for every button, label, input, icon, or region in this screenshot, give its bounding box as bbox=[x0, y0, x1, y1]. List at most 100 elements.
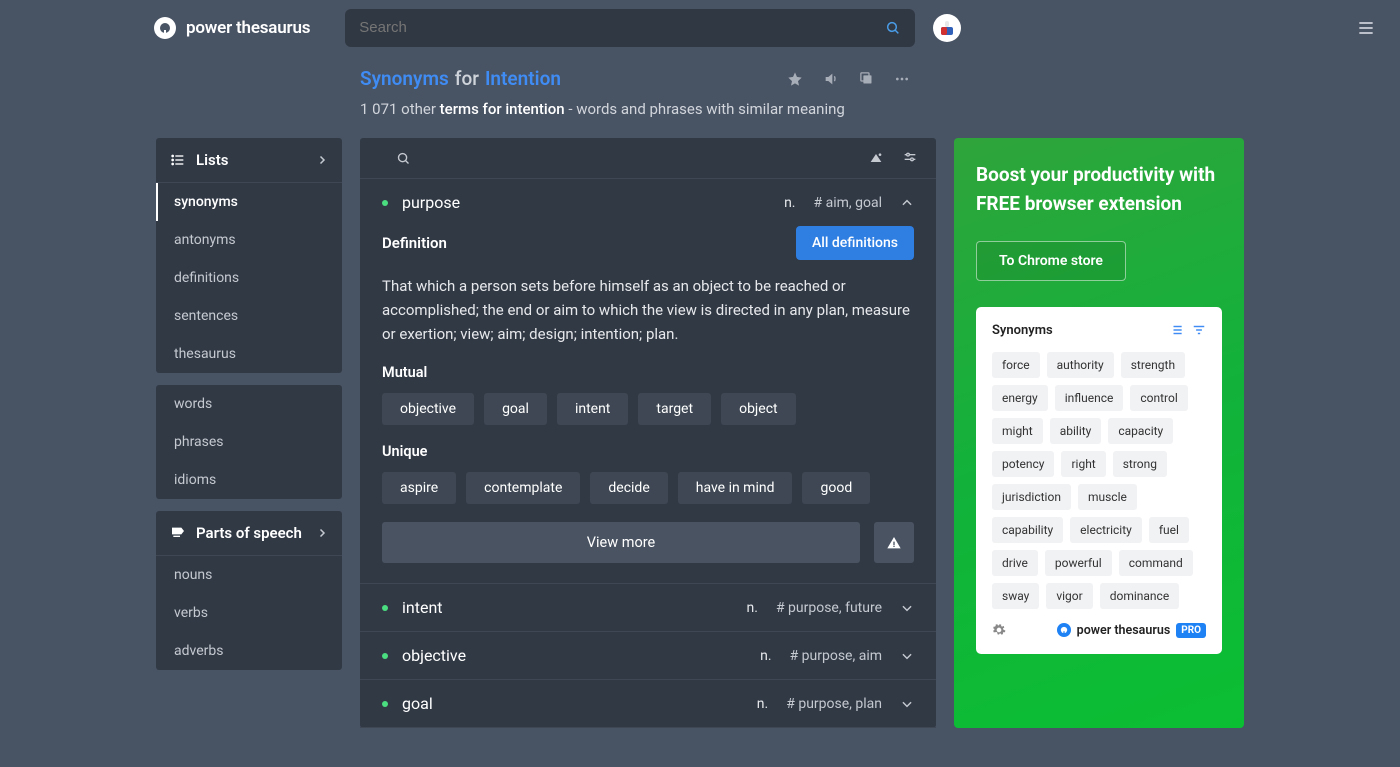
chip-object[interactable]: object bbox=[721, 393, 796, 425]
sidebar-item-phrases[interactable]: phrases bbox=[156, 423, 342, 461]
sidebar-item-adverbs[interactable]: adverbs bbox=[156, 632, 342, 670]
search-input-wrapper[interactable] bbox=[345, 9, 915, 47]
relevance-dot bbox=[382, 605, 388, 611]
chip-capability[interactable]: capability bbox=[992, 517, 1063, 543]
chip-authority[interactable]: authority bbox=[1047, 352, 1114, 378]
settings-icon[interactable] bbox=[902, 150, 918, 166]
relevance-dot bbox=[382, 200, 388, 206]
search-results-icon[interactable] bbox=[396, 151, 411, 166]
preview-list-icon bbox=[1170, 323, 1184, 337]
chip-might[interactable]: might bbox=[992, 418, 1043, 444]
sidebar-item-verbs[interactable]: verbs bbox=[156, 594, 342, 632]
sidebar-item-thesaurus[interactable]: thesaurus bbox=[156, 335, 342, 373]
sidebar-item-antonyms[interactable]: antonyms bbox=[156, 221, 342, 259]
chip-aspire[interactable]: aspire bbox=[382, 472, 456, 504]
sidebar-item-words[interactable]: words bbox=[156, 385, 342, 423]
chip-command[interactable]: command bbox=[1119, 550, 1193, 576]
chip-decide[interactable]: decide bbox=[590, 472, 667, 504]
star-icon[interactable] bbox=[787, 71, 803, 87]
panel-head-pos[interactable]: Parts of speech bbox=[156, 511, 342, 556]
chevron-up-icon[interactable] bbox=[900, 196, 914, 210]
result-word[interactable]: goal bbox=[402, 694, 433, 713]
lists-label: Lists bbox=[196, 151, 228, 169]
chip-energy[interactable]: energy bbox=[992, 385, 1048, 411]
chip-powerful[interactable]: powerful bbox=[1045, 550, 1112, 576]
report-button[interactable] bbox=[874, 522, 914, 563]
chevron-down-icon[interactable] bbox=[900, 601, 914, 615]
menu-icon[interactable] bbox=[1356, 18, 1376, 38]
search-input[interactable] bbox=[359, 19, 885, 36]
search-icon[interactable] bbox=[885, 20, 901, 36]
sidebar-item-definitions[interactable]: definitions bbox=[156, 259, 342, 297]
chip-sway[interactable]: sway bbox=[992, 583, 1039, 609]
more-icon[interactable] bbox=[894, 71, 910, 87]
result-word[interactable]: intent bbox=[402, 598, 443, 617]
chip-objective[interactable]: objective bbox=[382, 393, 474, 425]
sound-icon[interactable] bbox=[823, 71, 839, 87]
chip-intent[interactable]: intent bbox=[557, 393, 628, 425]
chip-potency[interactable]: potency bbox=[992, 451, 1054, 477]
promo-cta-button[interactable]: To Chrome store bbox=[976, 241, 1126, 281]
chip-target[interactable]: target bbox=[638, 393, 711, 425]
result-tags[interactable]: # purpose, plan bbox=[786, 696, 882, 712]
chip-jurisdiction[interactable]: jurisdiction bbox=[992, 484, 1071, 510]
copy-icon[interactable] bbox=[859, 71, 874, 87]
result-tags[interactable]: # purpose, aim bbox=[790, 648, 882, 664]
chip-drive[interactable]: drive bbox=[992, 550, 1038, 576]
result-word[interactable]: objective bbox=[402, 646, 466, 665]
all-definitions-button[interactable]: All definitions bbox=[796, 226, 914, 260]
sidebar-item-nouns[interactable]: nouns bbox=[156, 556, 342, 594]
chip-ability[interactable]: ability bbox=[1050, 418, 1102, 444]
logo-icon bbox=[154, 17, 176, 39]
chip-contemplate[interactable]: contemplate bbox=[466, 472, 580, 504]
chip-goal[interactable]: goal bbox=[484, 393, 547, 425]
result-tags[interactable]: # aim, goal bbox=[814, 195, 882, 211]
result-word[interactable]: purpose bbox=[402, 193, 460, 212]
chip-strength[interactable]: strength bbox=[1121, 352, 1185, 378]
promo-title: Boost your productivity with FREE browse… bbox=[976, 160, 1222, 219]
unique-label: Unique bbox=[382, 443, 914, 460]
chevron-right-icon bbox=[316, 154, 328, 166]
chevron-down-icon[interactable] bbox=[900, 697, 914, 711]
preview-brand: power thesaurus bbox=[1077, 623, 1171, 638]
chevron-down-icon[interactable] bbox=[900, 649, 914, 663]
preview-gear-icon bbox=[992, 623, 1006, 637]
relevance-dot bbox=[382, 701, 388, 707]
brand[interactable]: power thesaurus bbox=[154, 17, 310, 39]
sidebar-item-sentences[interactable]: sentences bbox=[156, 297, 342, 335]
chevron-right-icon bbox=[316, 527, 328, 539]
chip-good[interactable]: good bbox=[802, 472, 870, 504]
chip-vigor[interactable]: vigor bbox=[1046, 583, 1092, 609]
pos-icon bbox=[170, 525, 186, 541]
panel-head-lists[interactable]: Lists bbox=[156, 138, 342, 183]
chip-muscle[interactable]: muscle bbox=[1078, 484, 1137, 510]
sidebar-item-idioms[interactable]: idioms bbox=[156, 461, 342, 499]
chip-force[interactable]: force bbox=[992, 352, 1040, 378]
sidebar-item-synonyms[interactable]: synonyms bbox=[156, 183, 342, 221]
chip-electricity[interactable]: electricity bbox=[1070, 517, 1142, 543]
pos-label: Parts of speech bbox=[196, 524, 302, 542]
page-title-for: for bbox=[455, 67, 479, 90]
result-pos: n. bbox=[747, 600, 758, 616]
view-more-button[interactable]: View more bbox=[382, 522, 860, 563]
chip-capacity[interactable]: capacity bbox=[1108, 418, 1173, 444]
chip-strong[interactable]: strong bbox=[1113, 451, 1167, 477]
result-tags[interactable]: # purpose, future bbox=[776, 600, 882, 616]
avatar[interactable] bbox=[933, 14, 961, 42]
chip-fuel[interactable]: fuel bbox=[1149, 517, 1189, 543]
page-title-word[interactable]: Intention bbox=[485, 67, 561, 90]
preview-filter-icon bbox=[1192, 323, 1206, 337]
chip-influence[interactable]: influence bbox=[1055, 385, 1124, 411]
definition-text: That which a person sets before himself … bbox=[382, 274, 914, 346]
result-pos: n. bbox=[784, 195, 795, 211]
chip-right[interactable]: right bbox=[1061, 451, 1105, 477]
list-icon bbox=[170, 152, 186, 168]
chip-have-in-mind[interactable]: have in mind bbox=[678, 472, 793, 504]
page-title-synonyms[interactable]: Synonyms bbox=[360, 67, 449, 90]
chip-control[interactable]: control bbox=[1130, 385, 1187, 411]
pro-badge: PRO bbox=[1176, 623, 1206, 638]
chip-dominance[interactable]: dominance bbox=[1100, 583, 1179, 609]
relevance-dot bbox=[382, 653, 388, 659]
view-icon[interactable] bbox=[868, 150, 884, 166]
subtitle: 1 071 other terms for intention - words … bbox=[360, 100, 1400, 118]
